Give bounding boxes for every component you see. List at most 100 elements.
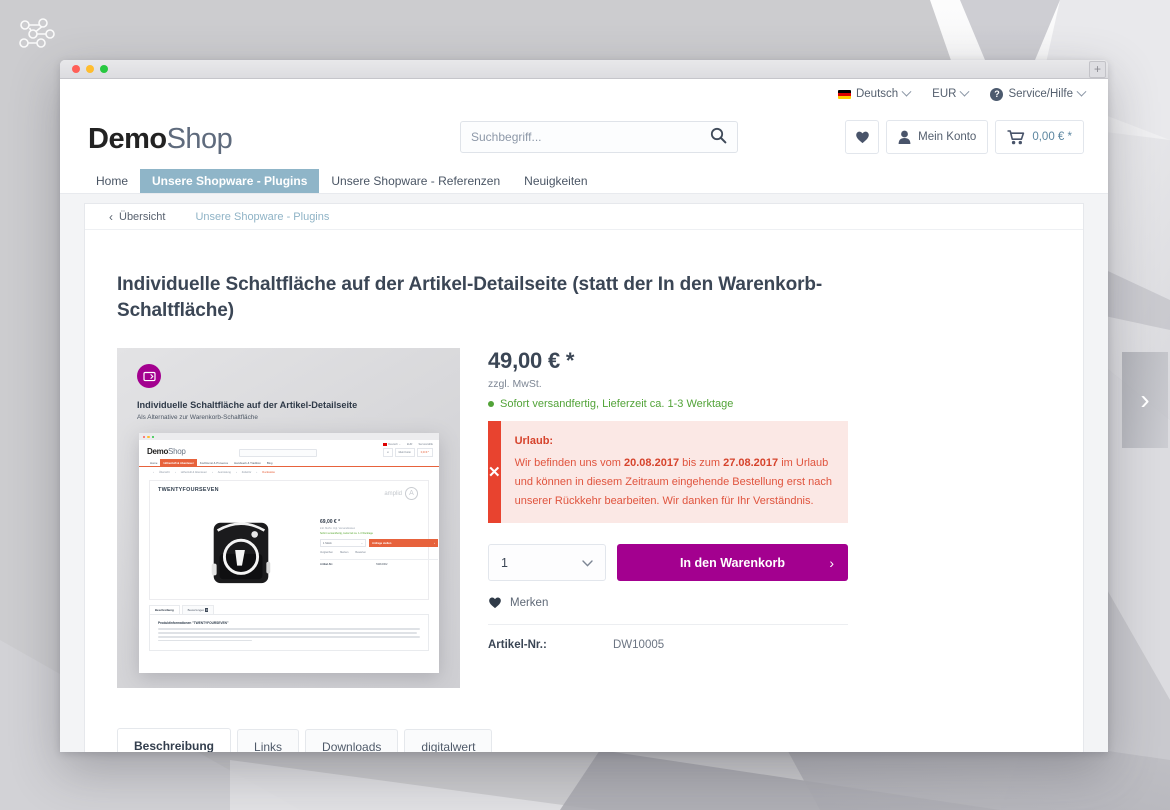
breadcrumb-current[interactable]: Unsere Shopware - Plugins bbox=[195, 211, 329, 223]
alert-date-to: 27.08.2017 bbox=[723, 456, 779, 469]
chevron-left-icon: ‹ bbox=[109, 209, 113, 224]
product-columns: Individuelle Schaltfläche auf der Artike… bbox=[85, 348, 1083, 689]
product-price: 49,00 € * bbox=[488, 348, 575, 374]
cart-total: 0,00 € * bbox=[1032, 131, 1072, 143]
account-button[interactable]: Mein Konto bbox=[886, 120, 989, 154]
user-icon bbox=[898, 130, 911, 144]
screen-arrow-icon bbox=[137, 364, 161, 389]
new-tab-button[interactable]: + bbox=[1089, 61, 1106, 78]
language-label: Deutsch bbox=[855, 88, 899, 100]
service-label: Service/Hilfe bbox=[1008, 88, 1073, 100]
inner-nav: Home Höhenluft & Abenteuer Kochkunst & P… bbox=[139, 458, 439, 468]
quantity-select[interactable]: 1 bbox=[488, 544, 606, 582]
shop-logo-bold: Demo bbox=[88, 122, 167, 155]
inner-product-card: TWENTYFOURSEVEN amplid A 69,00 € * inkl.… bbox=[149, 480, 438, 601]
heart-icon bbox=[489, 597, 501, 609]
tax-note: zzgl. MwSt. bbox=[488, 378, 542, 391]
inner-titlebar bbox=[139, 433, 439, 441]
add-to-cart-label: In den Warenkorb bbox=[679, 555, 786, 570]
heart-icon bbox=[855, 131, 869, 144]
chevron-down-icon bbox=[1076, 86, 1087, 97]
page-title: Individuelle Schaltfläche auf der Artike… bbox=[117, 274, 823, 322]
alert-text-1: Wir befinden uns vom bbox=[514, 456, 625, 469]
remember-label: Merken bbox=[510, 596, 549, 609]
content-panel: ‹ Übersicht Unsere Shopware - Plugins In… bbox=[84, 203, 1084, 752]
currency-selector[interactable]: EUR bbox=[921, 86, 979, 100]
german-flag-icon bbox=[837, 89, 851, 99]
inner-header-buttons: ♥ Mein Konto 0,00 € * bbox=[383, 448, 433, 458]
chevron-down-icon bbox=[901, 86, 912, 97]
chevron-down-icon bbox=[959, 86, 970, 97]
account-label: Mein Konto bbox=[918, 131, 977, 143]
chevron-down-icon bbox=[582, 556, 593, 570]
alert-text: Urlaub: Wir befinden uns vom 20.08.2017 … bbox=[501, 421, 848, 523]
quantity-value: 1 bbox=[501, 555, 508, 570]
window-close-button[interactable] bbox=[72, 65, 80, 73]
backpack-image bbox=[211, 522, 271, 584]
nav-item-referenzen[interactable]: Unsere Shopware - Referenzen bbox=[319, 169, 512, 193]
inner-search bbox=[239, 449, 317, 458]
window-titlebar: + bbox=[60, 60, 1108, 79]
detail-tabs: Beschreibung Links Downloads digitalwert bbox=[117, 728, 1051, 752]
shop-topbar: Deutsch EUR ? Service/Hilfe bbox=[60, 79, 1108, 109]
inner-account: Mein Konto bbox=[394, 448, 415, 458]
alert-title: Urlaub: bbox=[514, 435, 554, 448]
nav-item-home[interactable]: Home bbox=[84, 169, 140, 193]
search-box[interactable]: Suchbegriff... bbox=[460, 121, 738, 153]
product-image[interactable]: Individuelle Schaltfläche auf der Artike… bbox=[117, 348, 460, 689]
inner-cart: 0,00 € * bbox=[416, 448, 433, 458]
graph-nodes-logo-icon bbox=[16, 12, 60, 56]
inner-header: DemoShop ♥ Mein Konto 0,00 € * bbox=[139, 446, 439, 459]
nav-item-plugins[interactable]: Unsere Shopware - Plugins bbox=[140, 169, 320, 193]
inner-description: Produktinformationen "TWENTYFOURSEVEN" bbox=[149, 614, 429, 651]
add-to-cart-button[interactable]: In den Warenkorb › bbox=[617, 544, 848, 582]
inner-wishlist: ♥ bbox=[383, 448, 393, 458]
breadcrumb-back-label: Übersicht bbox=[119, 210, 166, 223]
shop-logo[interactable]: DemoShop bbox=[88, 122, 233, 156]
inner-buybox: 69,00 € * inkl. MwSt. zzgl. Versandkoste… bbox=[320, 519, 438, 566]
question-mark-icon: ? bbox=[990, 87, 1004, 101]
shop-logo-light: Shop bbox=[166, 122, 233, 155]
inner-brand: amplid A bbox=[384, 487, 418, 501]
inner-tabs: Beschreibung Bewertungen 0 bbox=[149, 605, 429, 615]
breadcrumb: ‹ Übersicht Unsere Shopware - Plugins bbox=[85, 204, 1083, 230]
cart-button[interactable]: 0,00 € * bbox=[995, 120, 1084, 154]
inner-breadcrumb: ‹ Übersicht › Höhenluft & Abenteuer › Ausrü… bbox=[153, 471, 275, 475]
alert-text-2: bis zum bbox=[679, 456, 724, 469]
main-navigation: Home Unsere Shopware - Plugins Unsere Sh… bbox=[60, 169, 1108, 194]
header-buttons: Mein Konto 0,00 € * bbox=[845, 120, 1084, 154]
alert-date-from: 20.08.2017 bbox=[624, 456, 680, 469]
nav-item-neuigkeiten[interactable]: Neuigkeiten bbox=[512, 169, 599, 193]
wishlist-button[interactable] bbox=[845, 120, 880, 154]
search-icon[interactable] bbox=[710, 127, 727, 147]
close-icon[interactable]: ✕ bbox=[488, 421, 501, 524]
breadcrumb-back-link[interactable]: ‹ Übersicht bbox=[109, 211, 165, 223]
status-dot-icon bbox=[488, 401, 494, 408]
content-area: ‹ Übersicht Unsere Shopware - Plugins In… bbox=[60, 194, 1108, 752]
service-menu[interactable]: ? Service/Hilfe bbox=[979, 86, 1096, 101]
inner-product-name: TWENTYFOURSEVEN bbox=[158, 487, 219, 494]
window-minimize-button[interactable] bbox=[86, 65, 94, 73]
inner-logo: DemoShop bbox=[147, 447, 186, 457]
carousel-next-button[interactable]: › bbox=[1122, 352, 1168, 448]
search-placeholder: Suchbegriff... bbox=[471, 130, 542, 144]
currency-label: EUR bbox=[932, 88, 957, 100]
language-selector[interactable]: Deutsch bbox=[827, 86, 921, 100]
divider bbox=[488, 624, 848, 626]
tab-digitalwert[interactable]: digitalwert bbox=[404, 729, 493, 752]
article-number-label: Artikel-Nr.: bbox=[488, 639, 547, 652]
image-subline: Als Alternative zur Warenkorb-Schaltfläc… bbox=[137, 414, 258, 422]
stock-status: Sofort versandfertig, Lieferzeit ca. 1-3… bbox=[488, 398, 848, 410]
chevron-right-icon: › bbox=[829, 554, 834, 571]
vacation-alert: ✕ Urlaub: Wir befinden uns vom 20.08.201… bbox=[488, 421, 848, 524]
stock-label: Sofort versandfertig, Lieferzeit ca. 1-3… bbox=[500, 398, 734, 411]
window-maximize-button[interactable] bbox=[100, 65, 108, 73]
product-gallery: Individuelle Schaltfläche auf der Artike… bbox=[117, 348, 462, 689]
image-headline: Individuelle Schaltfläche auf der Artike… bbox=[137, 400, 358, 411]
tab-beschreibung[interactable]: Beschreibung bbox=[117, 728, 232, 752]
tab-links[interactable]: Links bbox=[237, 729, 300, 752]
inner-screenshot: Deutsch ⌄ EUR Service/Hilfe DemoShop ♥ M… bbox=[139, 433, 439, 674]
product-buybox: 49,00 € * zzgl. MwSt. Sofort versandfert… bbox=[488, 348, 848, 688]
tab-downloads[interactable]: Downloads bbox=[305, 729, 399, 752]
remember-button[interactable]: Merken bbox=[488, 596, 848, 609]
